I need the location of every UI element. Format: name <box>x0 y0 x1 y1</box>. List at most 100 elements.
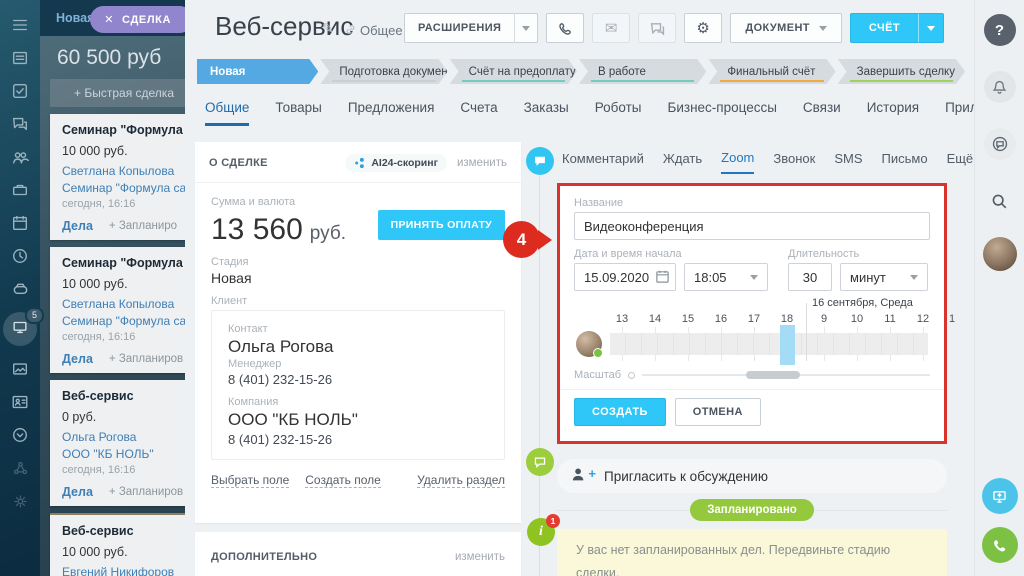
tab-comment[interactable]: Комментарий <box>562 150 644 174</box>
invoice-dropdown-button[interactable] <box>918 13 944 43</box>
calendar-icon[interactable] <box>9 212 31 234</box>
left-navigation-rail: 5 <box>0 0 44 576</box>
stage-close-deal[interactable]: Завершить сделку <box>838 59 965 84</box>
tab-zoom[interactable]: Zoom <box>721 150 755 174</box>
scale-slider-handle[interactable] <box>745 371 800 379</box>
tab-call[interactable]: Звонок <box>773 150 815 174</box>
meeting-name-input[interactable] <box>574 212 930 240</box>
deal-card-company-link[interactable]: Семинар "Формула сайта <box>62 314 185 328</box>
messenger-icon[interactable] <box>9 113 31 135</box>
scale-reset-icon[interactable] <box>628 371 636 379</box>
create-field-link[interactable]: Создать поле <box>305 473 381 488</box>
stage-doc-preparation[interactable]: Подготовка документ... <box>320 59 447 84</box>
company-icon[interactable] <box>9 179 31 201</box>
document-button[interactable]: ДОКУМЕНТ <box>730 13 842 43</box>
create-button[interactable]: СОЗДАТЬ <box>574 398 666 426</box>
deal-card-contact-link[interactable]: Светлана Копылова <box>62 297 185 311</box>
notifications-button[interactable] <box>983 71 1016 103</box>
busy-band[interactable] <box>610 333 928 355</box>
no-activities-notice: У вас нет запланированных дел. Передвинь… <box>557 529 947 576</box>
sites-selected-item[interactable]: 5 <box>3 307 44 346</box>
tab-orders[interactable]: Заказы <box>524 100 569 126</box>
settings-icon[interactable] <box>9 490 31 512</box>
quick-deal-button[interactable]: + Быстрая сделка <box>50 79 185 107</box>
employees-icon[interactable] <box>9 146 31 168</box>
time-icon[interactable] <box>9 245 31 267</box>
help-button[interactable]: ? <box>983 14 1016 46</box>
stage-new[interactable]: Новая <box>197 59 318 84</box>
call-button[interactable] <box>546 13 585 43</box>
deal-card-company-link[interactable]: ООО "КБ НОЛЬ" <box>62 447 185 461</box>
settings-button[interactable]: ⚙ <box>684 13 723 43</box>
delete-section-link[interactable]: Удалить раздел <box>417 473 505 488</box>
crm-icon[interactable] <box>9 278 31 300</box>
chat-button[interactable] <box>638 13 677 43</box>
contact-phone[interactable]: 8 (401) 232-15-26 <box>228 372 488 387</box>
extensions-button[interactable]: РАСШИРЕНИЯ <box>403 13 515 43</box>
deal-card-plan-link[interactable]: + Запланиров <box>109 353 183 365</box>
user-avatar[interactable] <box>982 237 1017 271</box>
messenger-panel-button[interactable] <box>983 128 1016 160</box>
start-time-select[interactable]: 18:05 <box>684 263 768 291</box>
mail-button[interactable]: ✉ <box>592 13 631 43</box>
tab-dependencies[interactable]: Связи <box>803 100 841 126</box>
scale-slider[interactable] <box>642 371 930 379</box>
network-icon[interactable] <box>9 457 31 479</box>
deal-card-plan-link[interactable]: + Запланиров <box>109 486 183 498</box>
stage-final-invoice[interactable]: Финальный счёт <box>708 59 835 84</box>
edit-additional-link[interactable]: изменить <box>455 551 505 563</box>
tab-email[interactable]: Письмо <box>882 150 928 174</box>
tab-products[interactable]: Товары <box>275 100 321 126</box>
tab-history[interactable]: История <box>867 100 919 126</box>
photos-icon[interactable] <box>9 358 31 380</box>
tab-invoices[interactable]: Счета <box>460 100 497 126</box>
add-deal-button[interactable]: ✕ СДЕЛКА <box>90 6 185 33</box>
deal-card-activities-link[interactable]: Дела <box>62 219 93 233</box>
deal-card[interactable]: Веб-сервис 10 000 руб. Евгений Никифоров… <box>50 513 185 576</box>
deal-card-company-link[interactable]: Семинар "Формула сайта <box>62 181 185 195</box>
deal-card[interactable]: Семинар "Формула сайт 10 000 руб. Светла… <box>50 114 185 240</box>
deal-card[interactable]: Семинар "Формула сайт 10 000 руб. Светла… <box>50 247 185 373</box>
cancel-button[interactable]: ОТМЕНА <box>674 398 761 426</box>
contacts-card-icon[interactable] <box>9 391 31 413</box>
deal-card[interactable]: Веб-сервис 0 руб. Ольга Рогова ООО "КБ Н… <box>50 380 185 506</box>
chevron-down-circle-icon[interactable] <box>9 424 31 446</box>
ai-scoring-button[interactable]: AI24-скоринг <box>345 154 447 172</box>
deal-card-contact-link[interactable]: Светлана Копылова <box>62 164 185 178</box>
phone-icon <box>994 539 1006 551</box>
company-name-link[interactable]: ООО "КБ НОЛЬ" <box>228 410 488 430</box>
telephony-button[interactable] <box>981 527 1018 563</box>
contact-name-link[interactable]: Ольга Рогова <box>228 337 488 357</box>
tasks-icon[interactable] <box>9 80 31 102</box>
feed-icon[interactable] <box>9 47 31 69</box>
tab-quotes[interactable]: Предложения <box>348 100 435 126</box>
deal-card-plan-link[interactable]: + Запланиро <box>109 220 177 232</box>
link-icon[interactable] <box>344 23 357 41</box>
deal-card-contact-link[interactable]: Евгений Никифоров <box>62 565 185 576</box>
select-field-link[interactable]: Выбрать поле <box>211 473 290 488</box>
duration-value-input[interactable] <box>788 263 832 291</box>
tab-robots[interactable]: Роботы <box>595 100 642 126</box>
tab-sms[interactable]: SMS <box>834 150 862 174</box>
edit-section-link[interactable]: изменить <box>457 157 507 169</box>
duration-unit-select[interactable]: минут <box>840 263 928 291</box>
tab-general[interactable]: Общие <box>205 100 250 126</box>
selected-time-slot[interactable] <box>780 325 795 365</box>
stage-prepayment-invoice[interactable]: Счёт на предоплату <box>450 59 577 84</box>
desktop-app-button[interactable] <box>981 478 1018 514</box>
tab-wait[interactable]: Ждать <box>663 150 702 174</box>
tab-business-processes[interactable]: Бизнес-процессы <box>667 100 776 126</box>
company-phone[interactable]: 8 (401) 232-15-26 <box>228 432 488 447</box>
extensions-dropdown-button[interactable] <box>514 13 539 43</box>
deal-card-contact-link[interactable]: Ольга Рогова <box>62 430 185 444</box>
invoice-button[interactable]: СЧЁТ <box>849 13 918 43</box>
deal-card-activities-link[interactable]: Дела <box>62 485 93 499</box>
search-button[interactable] <box>984 185 1016 217</box>
deal-card-activities-link[interactable]: Дела <box>62 352 93 366</box>
menu-icon[interactable] <box>9 14 31 36</box>
calendar-icon[interactable] <box>655 269 670 284</box>
edit-title-icon[interactable]: ✎ <box>322 20 334 37</box>
invite-to-discussion-button[interactable]: + Пригласить к обсуждению <box>557 459 947 493</box>
stage-in-progress[interactable]: В работе <box>579 59 706 84</box>
accept-payment-button[interactable]: ПРИНЯТЬ ОПЛАТУ <box>377 210 505 240</box>
